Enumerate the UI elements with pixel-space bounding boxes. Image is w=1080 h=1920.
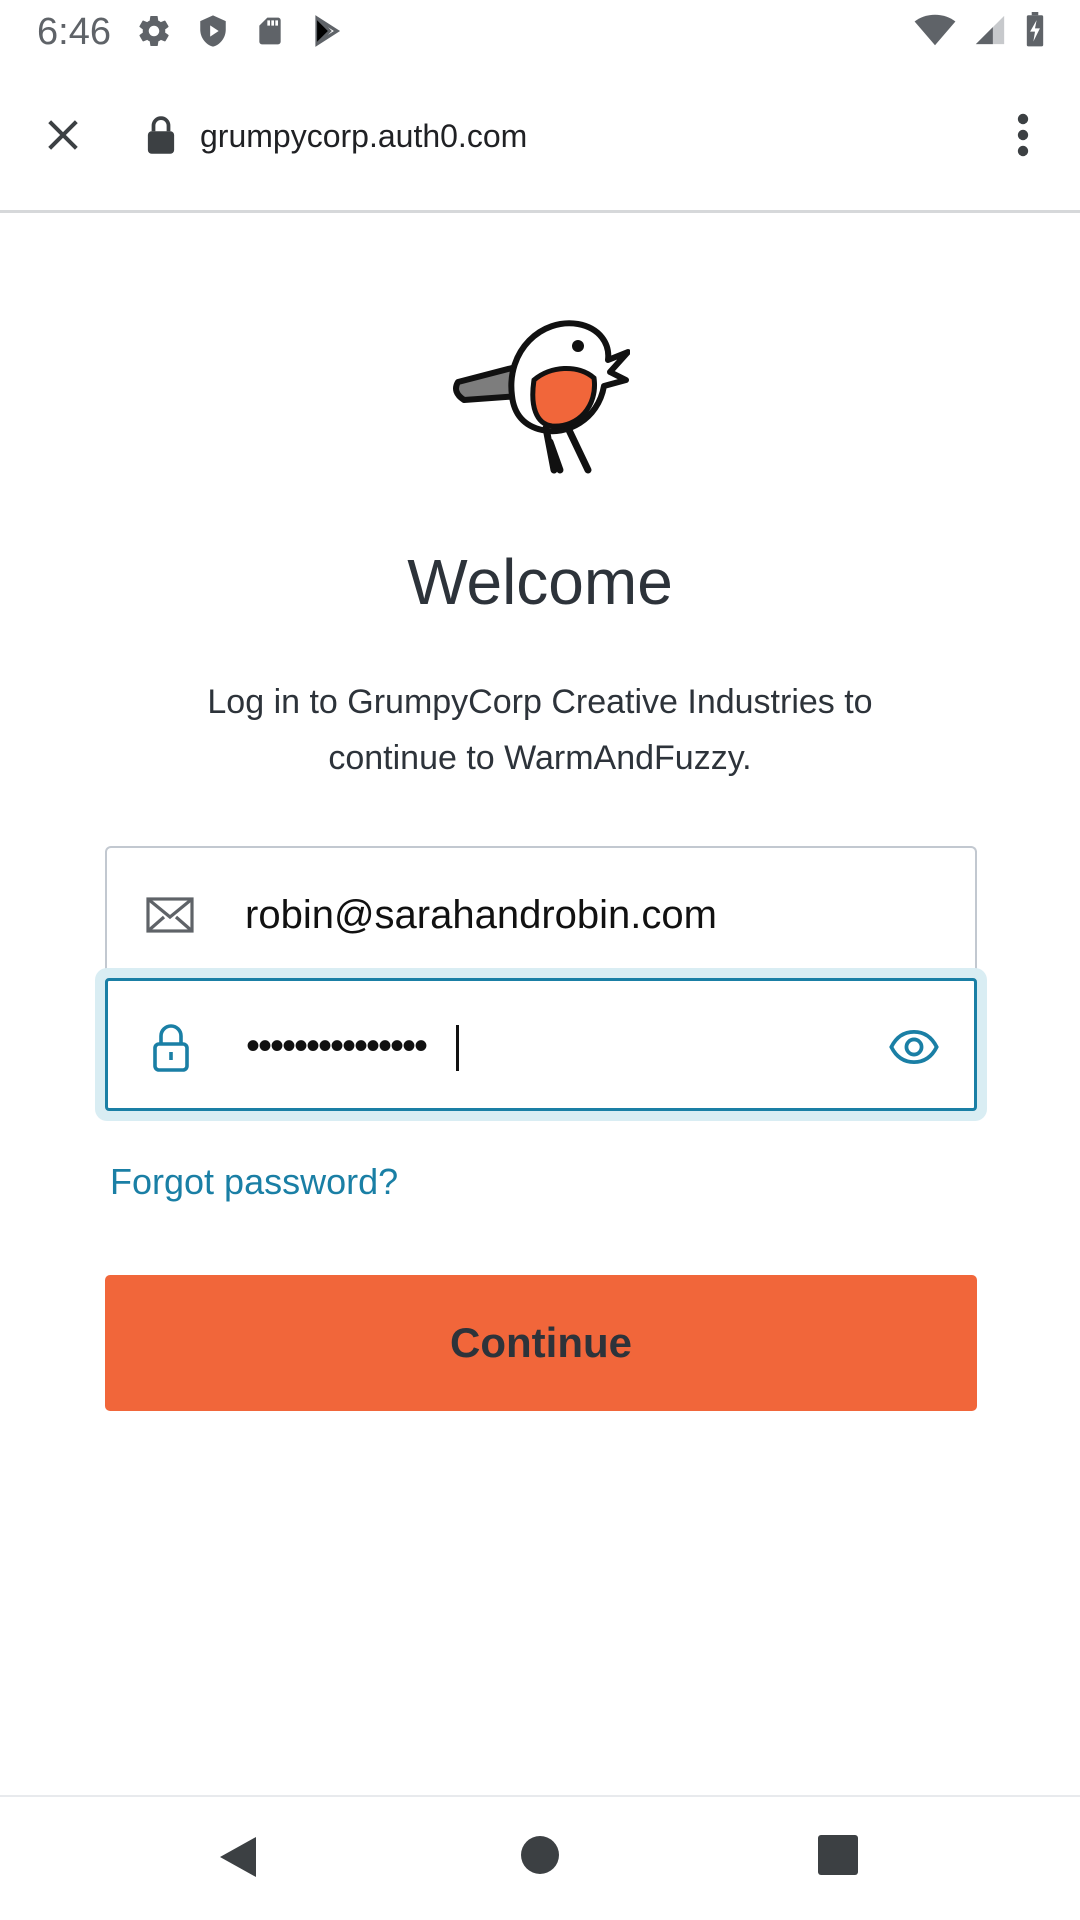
screen: 6:46 grumpycorp.auth0.com Welcome Log in… [0, 0, 1080, 1920]
close-button[interactable] [30, 102, 96, 168]
back-icon[interactable] [216, 1833, 260, 1886]
show-password-button[interactable] [888, 1021, 940, 1073]
more-vertical-icon [1017, 113, 1029, 157]
eye-icon [889, 1030, 939, 1064]
home-icon[interactable] [520, 1835, 560, 1880]
status-time: 6:46 [37, 11, 111, 53]
password-field[interactable]: ••••••••••••••• [105, 978, 977, 1111]
battery-charging-icon [1024, 12, 1046, 53]
recents-icon[interactable] [818, 1835, 858, 1880]
welcome-title: Welcome [407, 546, 673, 618]
continue-button[interactable]: Continue [105, 1275, 977, 1411]
password-lock-icon [146, 1023, 196, 1073]
url-text[interactable]: grumpycorp.auth0.com [200, 116, 527, 156]
navigation-bar [0, 1795, 1080, 1920]
email-field[interactable]: robin@sarahandrobin.com [105, 846, 977, 979]
email-value: robin@sarahandrobin.com [245, 893, 717, 937]
password-value: ••••••••••••••• [246, 1024, 428, 1068]
wifi-icon [914, 13, 956, 52]
text-caret [456, 1025, 459, 1071]
login-subtitle: Log in to GrumpyCorp Creative Industries… [207, 683, 873, 777]
robin-bird-logo [450, 310, 631, 480]
lock-icon [146, 116, 176, 159]
status-icons-right [914, 12, 1046, 53]
mail-icon [145, 890, 195, 940]
browser-toolbar: grumpycorp.auth0.com [0, 62, 1080, 213]
status-bar: 6:46 [0, 0, 1080, 62]
more-options-button[interactable] [990, 102, 1056, 168]
status-icons-left [136, 13, 344, 49]
forgot-password-link[interactable]: Forgot password? [110, 1160, 398, 1204]
shield-play-icon [196, 13, 230, 49]
close-icon [48, 120, 78, 150]
cell-signal-icon [972, 13, 1008, 52]
play-store-icon [310, 13, 344, 49]
settings-icon [136, 13, 172, 49]
sd-card-icon [254, 13, 286, 49]
